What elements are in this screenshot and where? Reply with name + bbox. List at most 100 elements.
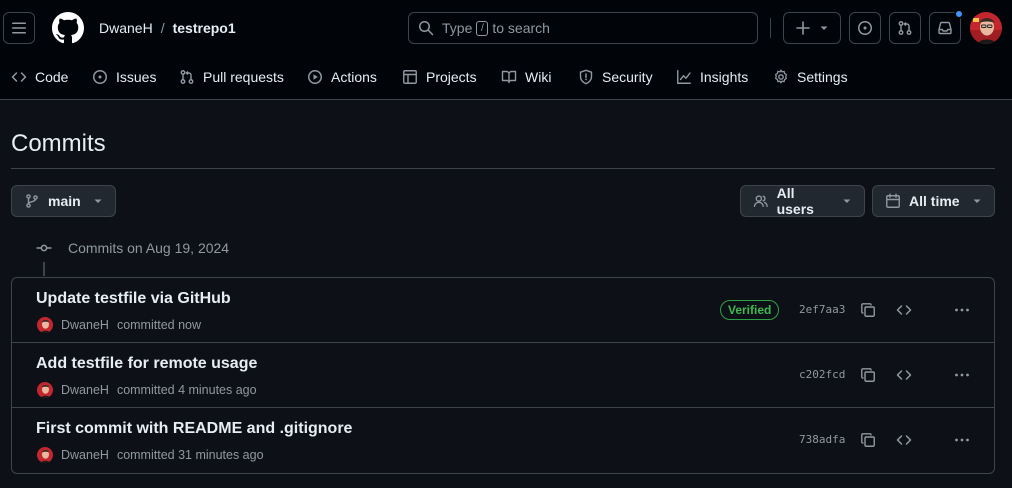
commit-author-link[interactable]: DwaneH [61, 448, 109, 462]
users-filter-label: All users [776, 185, 814, 217]
commit-message-link[interactable]: Add testfile for remote usage [36, 354, 257, 374]
your-issues-button[interactable] [849, 12, 881, 44]
breadcrumb-repo-link[interactable]: testrepo1 [173, 19, 236, 37]
hamburger-icon [12, 22, 26, 34]
tab-pull-requests[interactable]: Pull requests [179, 66, 284, 88]
browse-repo-button[interactable] [893, 364, 915, 386]
git-pull-request-icon [898, 21, 912, 35]
tab-code[interactable]: Code [11, 66, 68, 88]
commit-row: First commit with README and .gitignore … [12, 408, 994, 473]
pull-request-icon [180, 70, 194, 84]
graph-icon [677, 70, 691, 84]
tab-wiki[interactable]: Wiki [501, 66, 551, 88]
commit-row: Update testfile via GitHub DwaneH commit… [12, 278, 994, 343]
copy-sha-button[interactable] [857, 299, 879, 321]
search-suffix: to search [492, 20, 550, 36]
commit-list: Update testfile via GitHub DwaneH commit… [11, 277, 995, 474]
commit-message-link[interactable]: First commit with README and .gitignore [36, 419, 352, 439]
issue-icon [93, 70, 107, 84]
time-filter-button[interactable]: All time [872, 185, 995, 217]
commit-author-link[interactable]: DwaneH [61, 318, 109, 332]
code-icon [896, 370, 912, 380]
commit-group-heading: Commits on Aug 19, 2024 [36, 238, 229, 258]
breadcrumb: DwaneH / testrepo1 [99, 19, 236, 37]
github-logo-icon[interactable] [52, 12, 84, 44]
tab-security[interactable]: Security [578, 66, 653, 88]
users-filter-button[interactable]: All users [740, 185, 865, 217]
triangle-down-icon [843, 199, 851, 203]
triangle-down-icon [820, 26, 828, 30]
more-actions-button[interactable] [951, 429, 973, 451]
plus-icon [796, 21, 810, 35]
tab-settings-label: Settings [797, 69, 848, 85]
page-title: Commits [11, 130, 106, 157]
search-prefix: Type [442, 20, 473, 36]
tab-projects-label: Projects [426, 69, 477, 85]
tab-issues[interactable]: Issues [92, 66, 156, 88]
code-icon [896, 305, 912, 315]
copy-sha-button[interactable] [857, 364, 879, 386]
code-icon [11, 72, 27, 82]
author-avatar[interactable] [37, 447, 53, 463]
notifications-button[interactable] [929, 9, 964, 44]
menu-button[interactable] [3, 12, 35, 44]
author-avatar[interactable] [37, 317, 53, 333]
git-branch-icon [26, 194, 38, 208]
branch-selector-button[interactable]: main [11, 185, 116, 217]
commit-row: Add testfile for remote usage DwaneH com… [12, 343, 994, 408]
header-divider [770, 18, 771, 38]
commit-group-date: Commits on Aug 19, 2024 [68, 240, 230, 256]
git-commit-icon [36, 244, 52, 252]
search-input[interactable]: Type / to search [408, 12, 758, 44]
time-filter-label: All time [909, 193, 960, 209]
create-new-button[interactable] [783, 12, 841, 44]
tab-insights-label: Insights [700, 69, 749, 85]
kebab-horizontal-icon [955, 438, 969, 442]
commit-sha-link[interactable]: c202fcd [799, 367, 845, 383]
commit-sha-link[interactable]: 2ef7aa3 [799, 302, 845, 318]
copy-icon [861, 433, 875, 447]
triangle-down-icon [94, 199, 102, 203]
tab-actions-label: Actions [331, 69, 377, 85]
notification-indicator [954, 9, 964, 19]
tab-settings[interactable]: Settings [773, 66, 848, 88]
browse-repo-button[interactable] [893, 299, 915, 321]
search-icon [419, 21, 434, 36]
tab-projects[interactable]: Projects [402, 66, 477, 88]
commit-meta: DwaneH committed 31 minutes ago [37, 446, 264, 464]
branch-name: main [48, 193, 81, 209]
commit-sha-link[interactable]: 738adfa [799, 432, 845, 448]
more-actions-button[interactable] [951, 299, 973, 321]
copy-sha-button[interactable] [857, 429, 879, 451]
shield-icon [579, 69, 593, 85]
user-avatar[interactable] [970, 12, 1002, 44]
search-placeholder: Type / to search [442, 20, 550, 36]
code-icon [896, 435, 912, 445]
global-header: DwaneH / testrepo1 Type / to search [0, 0, 1012, 56]
tab-security-label: Security [602, 69, 653, 85]
search-shortcut-key: / [476, 20, 489, 36]
commit-meta: DwaneH committed 4 minutes ago [37, 381, 257, 399]
inbox-icon [938, 21, 952, 35]
your-pull-requests-button[interactable] [889, 12, 921, 44]
breadcrumb-owner-link[interactable]: DwaneH [99, 19, 153, 37]
timeline-connector [43, 262, 45, 276]
repository-nav: Code Issues Pull requests Actions Projec… [0, 56, 1012, 100]
tab-pull-requests-label: Pull requests [203, 69, 284, 85]
commit-meta: DwaneH committed now [37, 316, 201, 334]
tab-actions[interactable]: Actions [307, 66, 377, 88]
commit-author-link[interactable]: DwaneH [61, 383, 109, 397]
commit-message-link[interactable]: Update testfile via GitHub [36, 289, 231, 309]
browse-repo-button[interactable] [893, 429, 915, 451]
tab-insights[interactable]: Insights [676, 66, 748, 88]
breadcrumb-separator: / [160, 20, 165, 36]
commit-time: committed now [116, 318, 201, 332]
issue-opened-icon [858, 21, 872, 35]
people-icon [753, 195, 768, 208]
tab-wiki-label: Wiki [525, 69, 552, 85]
author-avatar[interactable] [37, 382, 53, 398]
more-actions-button[interactable] [951, 364, 973, 386]
triangle-down-icon [973, 199, 981, 203]
copy-icon [861, 303, 875, 317]
verified-badge[interactable]: Verified [720, 300, 780, 320]
